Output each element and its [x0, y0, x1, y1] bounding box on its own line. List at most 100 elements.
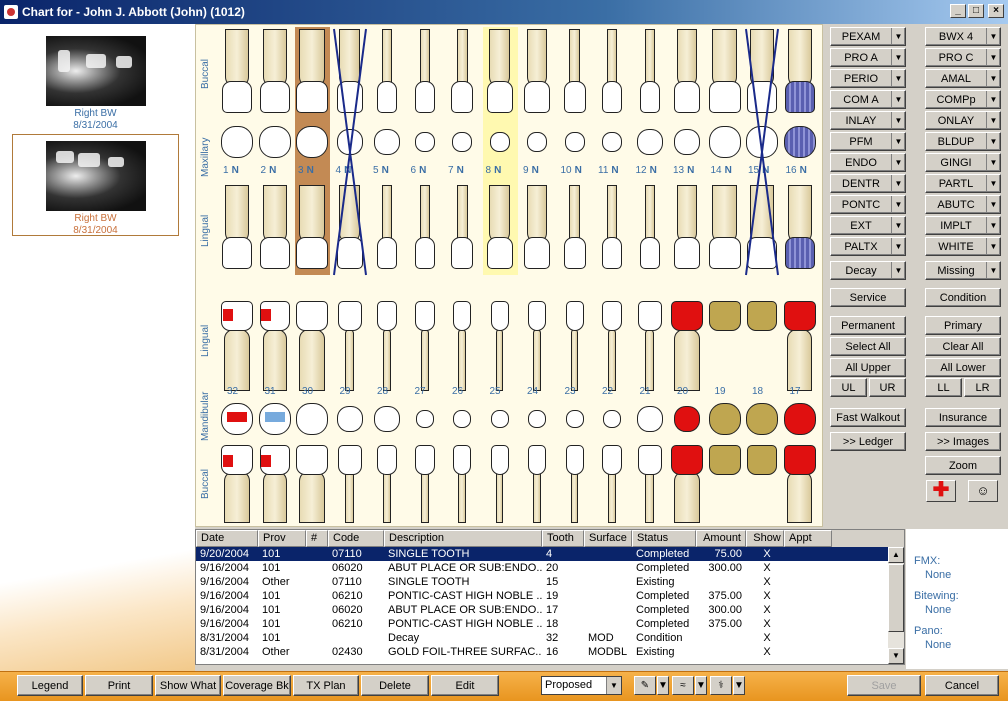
- toothbrush-icon[interactable]: ≈: [672, 676, 694, 695]
- ledger-button[interactable]: >> Ledger: [830, 432, 906, 451]
- left-code-button[interactable]: PALTX ▼: [830, 237, 906, 256]
- minimize-button[interactable]: _: [950, 4, 966, 18]
- chevron-down-icon[interactable]: ▼: [657, 676, 669, 695]
- primary-button[interactable]: Primary: [925, 316, 1001, 335]
- vertical-scrollbar[interactable]: ▲ ▼: [888, 547, 904, 664]
- tooth-root: [607, 185, 617, 243]
- right-code-button[interactable]: PRO C ▼: [925, 48, 1001, 67]
- dentist-icon[interactable]: ☺: [968, 480, 998, 502]
- left-code-button[interactable]: ENDO ▼: [830, 153, 906, 172]
- clear-all-button[interactable]: Clear All: [925, 337, 1001, 356]
- medical-alert-plus-icon[interactable]: ✚: [926, 480, 956, 502]
- all-upper-button[interactable]: All Upper: [830, 358, 906, 377]
- right-code-button[interactable]: ONLAY ▼: [925, 111, 1001, 130]
- condition-button[interactable]: Condition: [925, 288, 1001, 307]
- select-all-button[interactable]: Select All: [830, 337, 906, 356]
- column-header[interactable]: Tooth: [542, 530, 584, 547]
- table-row[interactable]: 8/31/2004 Other 02430 GOLD FOIL-THREE SURFA…: [196, 645, 904, 659]
- service-button[interactable]: Service: [830, 288, 906, 307]
- right-code-button[interactable]: PARTL ▼: [925, 174, 1001, 193]
- left-code-button[interactable]: COM A ▼: [830, 90, 906, 109]
- legend-button[interactable]: Legend: [17, 675, 83, 696]
- left-code-button[interactable]: PERIO ▼: [830, 69, 906, 88]
- chevron-down-icon[interactable]: ▼: [695, 676, 707, 695]
- decay-label: Decay: [845, 264, 877, 277]
- maximize-button[interactable]: □: [968, 4, 984, 18]
- table-row[interactable]: 9/16/2004 Other 07110 SINGLE TOOTH 15 Existin…: [196, 575, 904, 589]
- column-header[interactable]: Date: [196, 530, 258, 547]
- table-cell: MOD: [588, 632, 614, 644]
- tooth-chart[interactable]: Buccal Maxillary Lingual Lingual Mandibu…: [195, 24, 823, 527]
- print-button[interactable]: Print: [85, 675, 153, 696]
- right-code-button[interactable]: BWX 4 ▼: [925, 27, 1001, 46]
- table-row[interactable]: 9/16/2004 101 06210 PONTIC-CAST HIGH NOBLE …: [196, 617, 904, 631]
- column-header[interactable]: Appt: [784, 530, 832, 547]
- tooth-number: 16: [785, 165, 797, 176]
- table-row[interactable]: 9/16/2004 101 06020 ABUT PLACE OR SUB:ENDO.…: [196, 561, 904, 575]
- tooth-flag: N: [574, 165, 582, 176]
- column-header[interactable]: Show: [746, 530, 784, 547]
- decay-dropdown[interactable]: Decay ▼: [830, 261, 906, 280]
- fast-walkout-button[interactable]: Fast Walkout: [830, 408, 906, 427]
- table-cell: Existing: [636, 576, 675, 588]
- xray-thumbnail-selected[interactable]: Right BW 8/31/2004: [12, 134, 179, 236]
- left-code-button[interactable]: EXT ▼: [830, 216, 906, 235]
- table-row[interactable]: 9/20/2004 101 07110 SINGLE TOOTH 4 Completed 7…: [196, 547, 904, 561]
- caduceus-icon[interactable]: ⚕: [710, 676, 732, 695]
- procedure-grid[interactable]: Date Prov # Code Description Tooth Surface Stat…: [195, 529, 905, 665]
- lower-tooth-buccal: [414, 443, 435, 523]
- right-code-button[interactable]: WHITE ▼: [925, 237, 1001, 256]
- images-button[interactable]: >> Images: [925, 432, 1001, 451]
- left-code-button[interactable]: DENTR ▼: [830, 174, 906, 193]
- delete-button[interactable]: Delete: [361, 675, 429, 696]
- note-icon[interactable]: ✎: [634, 676, 656, 695]
- save-button[interactable]: Save: [847, 675, 921, 696]
- tx-plan-button[interactable]: TX Plan: [293, 675, 359, 696]
- left-code-button[interactable]: PFM ▼: [830, 132, 906, 151]
- zoom-button[interactable]: Zoom: [925, 456, 1001, 475]
- missing-dropdown[interactable]: Missing ▼: [925, 261, 1001, 280]
- close-button[interactable]: ×: [988, 4, 1004, 18]
- column-header[interactable]: Status: [632, 530, 696, 547]
- right-code-button[interactable]: AMAL ▼: [925, 69, 1001, 88]
- scroll-up-icon[interactable]: ▲: [888, 547, 904, 563]
- scroll-down-icon[interactable]: ▼: [888, 648, 904, 664]
- show-what-button[interactable]: Show What: [155, 675, 221, 696]
- table-cell: [696, 645, 746, 659]
- insurance-button[interactable]: Insurance: [925, 408, 1001, 427]
- right-code-button[interactable]: IMPLT ▼: [925, 216, 1001, 235]
- scroll-thumb[interactable]: [888, 564, 904, 632]
- lr-button[interactable]: LR: [964, 378, 1001, 397]
- column-header[interactable]: Surface: [584, 530, 632, 547]
- tooth-flag: N: [531, 165, 539, 176]
- all-lower-button[interactable]: All Lower: [925, 358, 1001, 377]
- right-code-button[interactable]: COMPp ▼: [925, 90, 1001, 109]
- ul-button[interactable]: UL: [830, 378, 867, 397]
- column-header[interactable]: Code: [328, 530, 384, 547]
- table-row[interactable]: 8/31/2004 101 Decay 32 MOD Condition X: [196, 631, 904, 645]
- table-row[interactable]: 9/16/2004 101 06210 PONTIC-CAST HIGH NOBLE …: [196, 589, 904, 603]
- column-header[interactable]: #: [306, 530, 328, 547]
- left-code-button[interactable]: PRO A ▼: [830, 48, 906, 67]
- status-select[interactable]: Proposed ▼: [541, 676, 622, 695]
- permanent-button[interactable]: Permanent: [830, 316, 906, 335]
- code-label: COM A: [843, 93, 879, 106]
- table-row[interactable]: 9/16/2004 101 06020 ABUT PLACE OR SUB:ENDO.…: [196, 603, 904, 617]
- left-code-button[interactable]: PONTC ▼: [830, 195, 906, 214]
- left-code-button[interactable]: PEXAM ▼: [830, 27, 906, 46]
- right-code-button[interactable]: BLDUP ▼: [925, 132, 1001, 151]
- left-code-button[interactable]: INLAY ▼: [830, 111, 906, 130]
- coverage-book-button[interactable]: Coverage Bk: [223, 675, 291, 696]
- right-code-button[interactable]: ABUTC ▼: [925, 195, 1001, 214]
- ur-button[interactable]: UR: [869, 378, 906, 397]
- cancel-button[interactable]: Cancel: [925, 675, 999, 696]
- column-header[interactable]: Description: [384, 530, 542, 547]
- column-header[interactable]: Amount: [696, 530, 746, 547]
- ll-button[interactable]: LL: [925, 378, 962, 397]
- xray-thumbnail[interactable]: Right BW 8/31/2004: [12, 30, 179, 132]
- column-header[interactable]: Prov: [258, 530, 306, 547]
- tooth-crown: [637, 445, 662, 475]
- chevron-down-icon[interactable]: ▼: [733, 676, 745, 695]
- edit-button[interactable]: Edit: [431, 675, 499, 696]
- right-code-button[interactable]: GINGI ▼: [925, 153, 1001, 172]
